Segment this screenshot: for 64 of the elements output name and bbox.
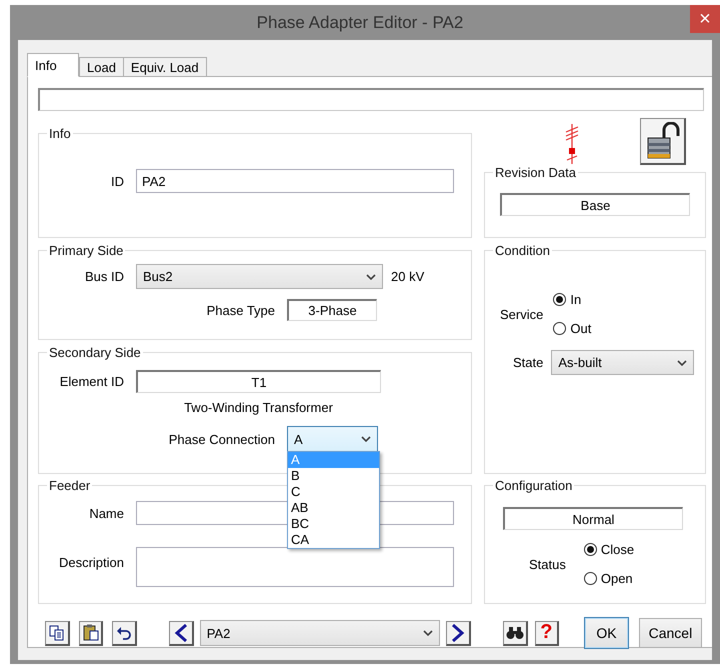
pole-icon <box>564 124 580 164</box>
group-title: Secondary Side <box>48 345 142 360</box>
field-label: Name <box>88 506 124 520</box>
group-title: Feeder <box>48 478 92 493</box>
dropdown-option[interactable]: CA <box>288 532 379 548</box>
ok-button[interactable]: OK <box>584 617 629 649</box>
undo-icon <box>116 626 132 640</box>
tab[interactable]: Load <box>79 57 124 77</box>
dropdown-option[interactable]: C <box>288 484 379 500</box>
field-label: Bus ID <box>84 269 124 284</box>
radio-label: Out <box>570 321 592 336</box>
copy-icon <box>48 624 65 640</box>
field-label: Phase Type <box>206 302 275 318</box>
radio-label: Close <box>600 542 634 557</box>
lock-button[interactable] <box>640 118 686 165</box>
radio-label: In <box>570 292 582 307</box>
dropdown[interactable]: Bus2 <box>136 264 383 289</box>
radio-button[interactable] <box>584 572 597 585</box>
input-field[interactable]: Normal <box>503 507 683 530</box>
field-label: Status <box>529 556 566 572</box>
radio-button[interactable] <box>553 322 566 335</box>
group-title: Primary Side <box>48 243 124 258</box>
group-title: Revision Data <box>494 165 577 180</box>
undo-button[interactable] <box>112 620 138 646</box>
field-label: State <box>513 355 544 370</box>
dropdown-option[interactable]: AB <box>288 500 379 516</box>
voltage-text: 20 kV <box>391 269 424 284</box>
tab[interactable]: Equiv. Load <box>122 57 207 77</box>
input-field[interactable]: 3-Phase <box>287 299 377 321</box>
group-title: Info <box>48 126 72 141</box>
copy-button[interactable] <box>45 620 70 646</box>
radio-button[interactable] <box>584 543 597 556</box>
dropdown-option[interactable]: BC <box>288 516 379 532</box>
field-label: Element ID <box>58 374 124 389</box>
window-title: Phase Adapter Editor - PA2 <box>256 12 464 32</box>
binoculars-icon <box>506 626 524 640</box>
field-label: Service <box>500 306 544 322</box>
help-button[interactable]: ? <box>534 620 560 646</box>
dropdown[interactable]: PA2 <box>200 620 440 646</box>
chevron-left-icon <box>174 624 188 642</box>
close-button[interactable]: × <box>690 5 720 33</box>
cancel-button[interactable]: Cancel <box>638 618 702 648</box>
find-button[interactable] <box>502 620 528 646</box>
input-field[interactable]: PA2 <box>136 169 454 193</box>
field-label: ID <box>110 174 124 188</box>
input-field[interactable] <box>38 88 704 111</box>
radio-button[interactable] <box>553 293 566 306</box>
next-button[interactable] <box>446 620 471 646</box>
group-title: Condition <box>494 243 551 258</box>
radio-label: Open <box>600 571 633 586</box>
field-label: Description <box>58 555 124 570</box>
field-label: Phase Connection <box>168 432 275 446</box>
tab[interactable]: Info <box>27 53 79 77</box>
previous-button[interactable] <box>169 620 194 646</box>
paste-button[interactable] <box>78 620 104 646</box>
input-field[interactable]: Base <box>500 193 690 216</box>
padlock-icon <box>646 122 680 160</box>
dropdown-option[interactable]: B <box>288 468 379 484</box>
element-type-text: Two-Winding Transformer <box>183 400 334 415</box>
input-field[interactable]: T1 <box>136 370 381 393</box>
chevron-right-icon <box>451 624 466 642</box>
clipboard-icon <box>82 624 98 641</box>
dropdown[interactable]: As-built <box>551 350 694 375</box>
group-title: Configuration <box>494 478 574 493</box>
